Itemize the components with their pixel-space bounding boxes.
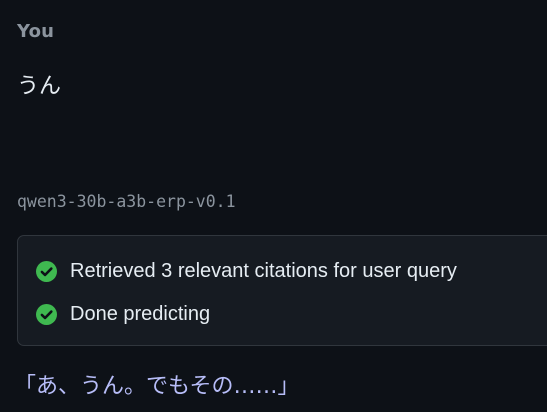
- status-text: Retrieved 3 relevant citations for user …: [70, 259, 457, 282]
- user-message: うん: [17, 74, 62, 99]
- check-circle-icon: [36, 260, 57, 282]
- model-name: qwen3-30b-a3b-erp-v0.1: [17, 192, 236, 211]
- user-label: You: [17, 21, 55, 42]
- status-item-done: Done predicting: [36, 301, 210, 327]
- status-text: Done predicting: [70, 302, 211, 325]
- status-box: Retrieved 3 relevant citations for user …: [17, 235, 547, 346]
- check-circle-icon: [36, 303, 57, 325]
- status-item-citations: Retrieved 3 relevant citations for user …: [36, 258, 457, 284]
- assistant-message: 「あ、うん。でもその……」: [14, 374, 300, 399]
